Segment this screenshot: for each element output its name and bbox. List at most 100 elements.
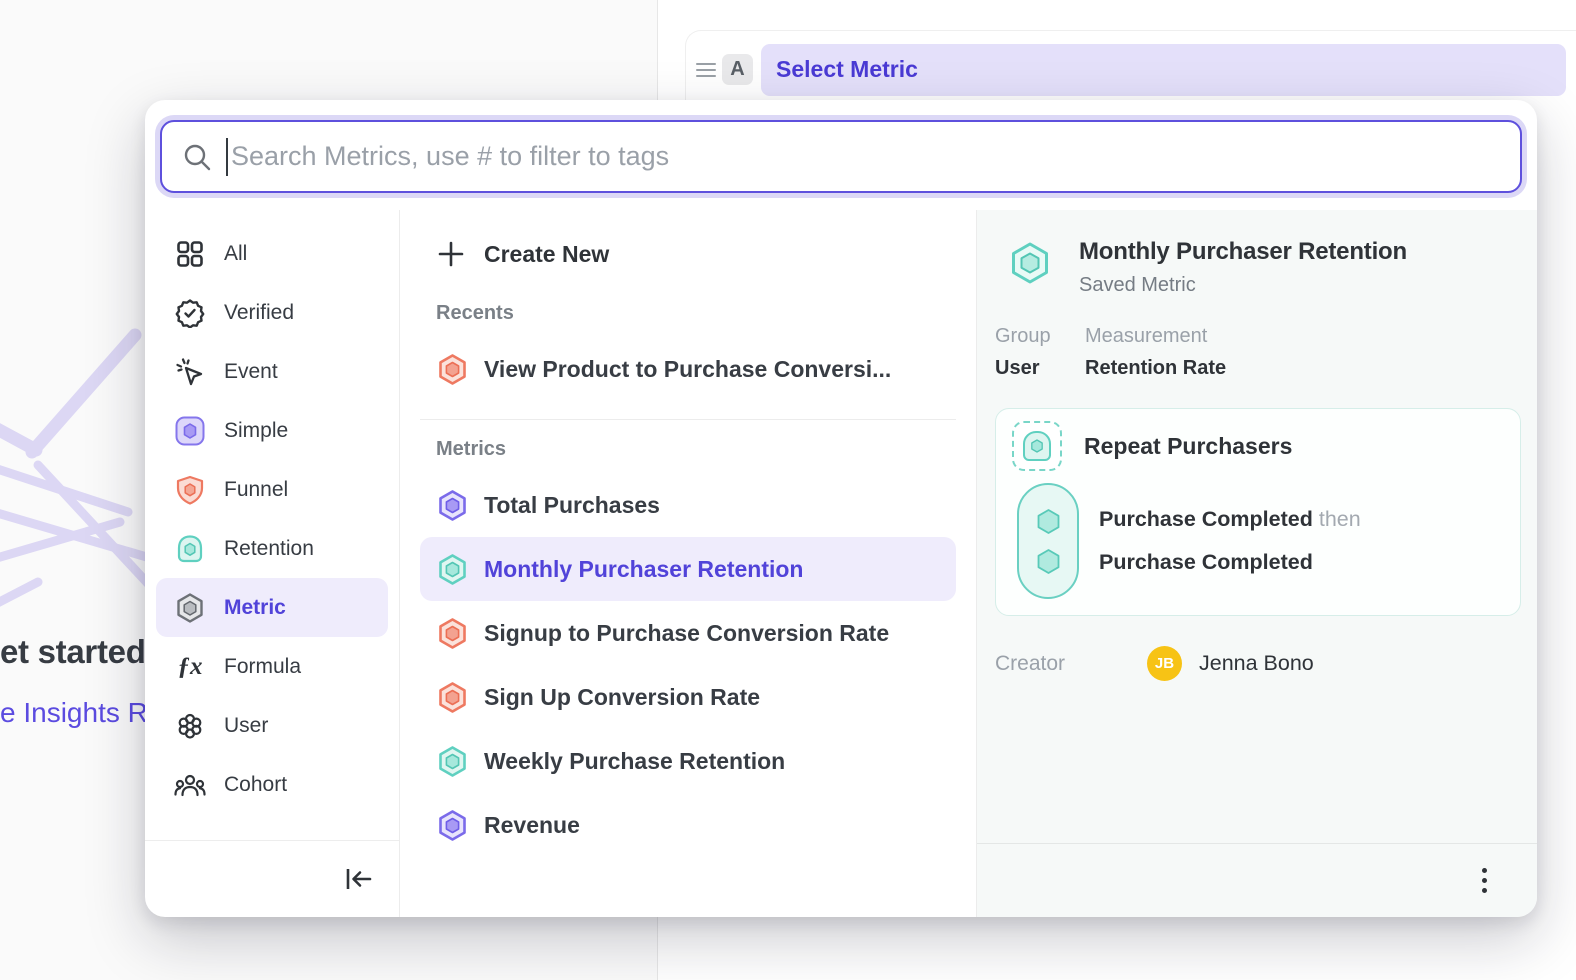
more-options-icon[interactable]	[1476, 862, 1493, 899]
detail-title: Monthly Purchaser Retention	[1079, 238, 1407, 266]
recents-header: Recents	[420, 302, 956, 325]
measurement-value: Retention Rate	[1085, 357, 1226, 380]
metric-item-monthly-purchaser-retention[interactable]: Monthly Purchaser Retention	[420, 537, 956, 601]
sidebar-item-label: Formula	[224, 655, 301, 679]
detail-header: Monthly Purchaser Retention Saved Metric	[995, 238, 1521, 297]
sidebar-item-funnel[interactable]: Funnel	[156, 460, 388, 519]
sidebar-item-cohort[interactable]: Cohort	[156, 755, 388, 814]
creator-label: Creator	[995, 652, 1147, 676]
metric-hex-icon-teal	[436, 553, 469, 586]
group-value: User	[995, 357, 1085, 380]
screen: et started. e Insights Re A Select Metri…	[0, 0, 1576, 980]
sidebar-footer	[145, 840, 399, 917]
group-label: Group	[995, 325, 1085, 348]
sidebar-item-label: Retention	[224, 537, 314, 561]
sidebar-item-label: Metric	[224, 596, 286, 620]
metric-item-label: Revenue	[484, 812, 580, 839]
retention-step-1: Purchase Completed then	[1099, 507, 1361, 532]
metric-item-label: Weekly Purchase Retention	[484, 748, 785, 775]
metric-item-sign-up-conversion-rate[interactable]: Sign Up Conversion Rate	[420, 665, 956, 729]
metric-hexagon-icon	[174, 592, 206, 624]
metric-item-revenue[interactable]: Revenue	[420, 793, 956, 857]
retention-door-icon	[174, 533, 206, 565]
sidebar-item-label: All	[224, 242, 247, 266]
formula-fx-icon: ƒx	[174, 651, 206, 683]
metric-item-label: Signup to Purchase Conversion Rate	[484, 620, 889, 647]
background-link-fragment[interactable]: e Insights Re	[0, 697, 163, 729]
metric-row-card: A Select Metric	[685, 30, 1576, 108]
step-hex-icon	[1035, 508, 1062, 535]
search-input[interactable]	[228, 141, 1500, 172]
sidebar-item-user[interactable]: User	[156, 696, 388, 755]
metric-item-label: Total Purchases	[484, 492, 660, 519]
create-new-label: Create New	[484, 241, 609, 268]
measurement-label: Measurement	[1085, 325, 1226, 348]
metrics-header: Metrics	[420, 438, 956, 461]
metric-list-panel: Create New Recents View Product to Purch…	[400, 210, 977, 917]
metric-hex-icon-red	[436, 617, 469, 650]
sidebar-item-label: Cohort	[224, 773, 287, 797]
detail-subtitle: Saved Metric	[1079, 274, 1407, 297]
row-letter-badge: A	[722, 54, 753, 85]
retention-flow: Purchase Completed then Purchase Complet…	[1012, 483, 1506, 599]
filter-sidebar: All Verified	[145, 210, 400, 917]
sidebar-item-label: Verified	[224, 301, 294, 325]
cursor-spark-icon	[174, 356, 206, 388]
sidebar-item-formula[interactable]: ƒx Formula	[156, 637, 388, 696]
modal-body: All Verified	[145, 210, 1537, 917]
metric-hex-icon-red	[436, 681, 469, 714]
background-heading-fragment: et started.	[0, 633, 154, 671]
collapse-sidebar-icon[interactable]	[345, 866, 373, 892]
recent-item-label: View Product to Purchase Conversi...	[484, 356, 891, 383]
sidebar-item-metric[interactable]: Metric	[156, 578, 388, 637]
select-metric-button[interactable]: Select Metric	[761, 44, 1566, 96]
sidebar-item-all[interactable]: All	[156, 224, 388, 283]
metric-hex-icon-teal	[436, 745, 469, 778]
metric-hex-icon-red	[436, 353, 469, 386]
cohort-people-icon	[174, 769, 206, 801]
metric-hex-icon-purple	[436, 809, 469, 842]
repeat-purchasers-card: Repeat Purchasers Purchase Comp	[995, 408, 1521, 616]
select-metric-label: Select Metric	[776, 56, 918, 83]
metric-item-label: Monthly Purchaser Retention	[484, 556, 803, 583]
creator-name: Jenna Bono	[1199, 651, 1314, 676]
sidebar-item-label: User	[224, 714, 268, 738]
verified-badge-icon	[174, 297, 206, 329]
saved-metric-hex-icon	[1007, 240, 1053, 286]
recent-item[interactable]: View Product to Purchase Conversi...	[420, 337, 956, 401]
list-divider	[420, 419, 956, 420]
funnel-shield-icon	[174, 474, 206, 506]
repeat-purchasers-icon	[1012, 421, 1062, 471]
detail-meta: Group User Measurement Retention Rate	[995, 325, 1521, 380]
metric-item-signup-to-purchase-conversion-rate[interactable]: Signup to Purchase Conversion Rate	[420, 601, 956, 665]
repeat-purchasers-title: Repeat Purchasers	[1084, 433, 1292, 460]
creator-row: Creator JB Jenna Bono	[995, 646, 1521, 681]
metric-detail-panel: Monthly Purchaser Retention Saved Metric…	[977, 210, 1537, 917]
sidebar-item-label: Event	[224, 360, 278, 384]
retention-step-2: Purchase Completed	[1099, 550, 1361, 575]
creator-avatar: JB	[1147, 646, 1182, 681]
sidebar-item-simple[interactable]: Simple	[156, 401, 388, 460]
step-hex-icon	[1035, 548, 1062, 575]
user-cluster-icon	[174, 710, 206, 742]
retention-steps-capsule	[1017, 483, 1079, 599]
metric-hex-icon-purple	[436, 489, 469, 522]
step-then-text: then	[1313, 507, 1361, 531]
grid-icon	[174, 238, 206, 270]
search-icon	[182, 142, 212, 172]
create-new-button[interactable]: Create New	[420, 224, 956, 284]
metric-picker-modal: All Verified	[145, 100, 1537, 917]
detail-footer	[977, 843, 1537, 917]
sidebar-item-label: Funnel	[224, 478, 288, 502]
search-bar	[160, 120, 1522, 193]
simple-hex-icon	[174, 415, 206, 447]
sidebar-item-label: Simple	[224, 419, 288, 443]
drag-handle-icon[interactable]	[696, 63, 716, 77]
plus-icon	[436, 239, 466, 269]
sidebar-item-retention[interactable]: Retention	[156, 519, 388, 578]
sidebar-item-event[interactable]: Event	[156, 342, 388, 401]
metric-item-weekly-purchase-retention[interactable]: Weekly Purchase Retention	[420, 729, 956, 793]
metric-item-label: Sign Up Conversion Rate	[484, 684, 760, 711]
metric-item-total-purchases[interactable]: Total Purchases	[420, 473, 956, 537]
sidebar-item-verified[interactable]: Verified	[156, 283, 388, 342]
